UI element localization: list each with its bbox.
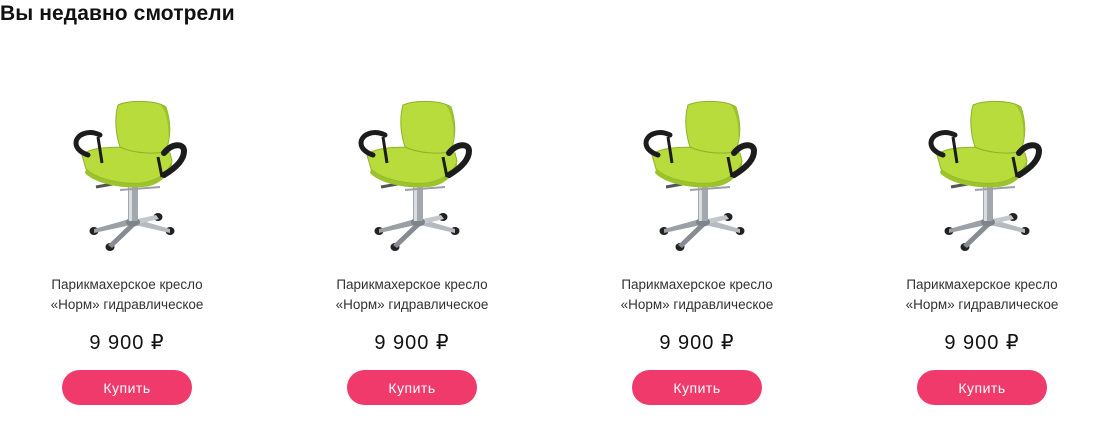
product-price: 9 900 ₽ [659,332,735,354]
product-price: 9 900 ₽ [374,332,450,354]
barber-chair-icon[interactable] [917,95,1047,255]
product-name[interactable]: Парикмахерское кресло «Норм» гидравличес… [312,275,512,315]
product-price: 9 900 ₽ [89,332,165,354]
product-card: Парикмахерское кресло «Норм» гидравличес… [27,90,227,420]
product-name-line: Парикмахерское кресло [336,277,488,292]
product-name-line: «Норм» гидравлическое [50,297,204,312]
product-name-line: «Норм» гидравлическое [335,297,489,312]
buy-button[interactable]: Купить [347,370,477,405]
product-name-line: «Норм» гидравлическое [620,297,774,312]
buy-button[interactable]: Купить [62,370,192,405]
product-card: Парикмахерское кресло «Норм» гидравличес… [882,90,1082,420]
product-name-line: «Норм» гидравлическое [905,297,1059,312]
product-card: Парикмахерское кресло «Норм» гидравличес… [312,90,512,420]
product-name-line: Парикмахерское кресло [621,277,773,292]
product-name[interactable]: Парикмахерское кресло «Норм» гидравличес… [27,275,227,315]
product-name-line: Парикмахерское кресло [906,277,1058,292]
product-card: Парикмахерское кресло «Норм» гидравличес… [597,90,797,420]
barber-chair-icon[interactable] [632,95,762,255]
product-name[interactable]: Парикмахерское кресло «Норм» гидравличес… [597,275,797,315]
barber-chair-icon[interactable] [62,95,192,255]
buy-button[interactable]: Купить [917,370,1047,405]
buy-button[interactable]: Купить [632,370,762,405]
product-name[interactable]: Парикмахерское кресло «Норм» гидравличес… [882,275,1082,315]
recently-viewed-list: Парикмахерское кресло «Норм» гидравличес… [0,0,1110,430]
product-price: 9 900 ₽ [944,332,1020,354]
barber-chair-icon[interactable] [347,95,477,255]
product-name-line: Парикмахерское кресло [51,277,203,292]
